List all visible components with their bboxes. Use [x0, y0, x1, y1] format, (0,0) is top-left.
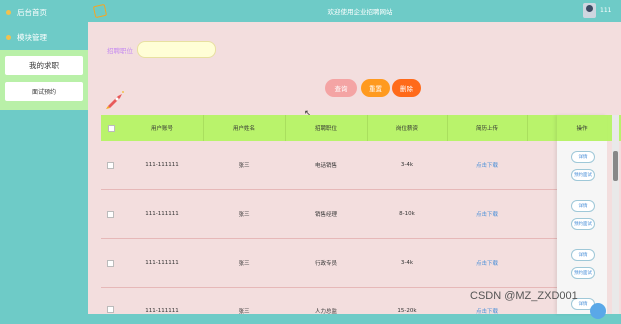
sidebar-item-label: 模块管理 — [17, 32, 47, 42]
avatar-icon[interactable] — [583, 3, 596, 18]
detail-button[interactable]: 详情 — [571, 151, 595, 163]
table-row: 111-111111 张三 销售经理 8-10k 点击下载 — [101, 190, 566, 239]
header-checkbox-cell[interactable] — [101, 115, 121, 141]
cell-salary: 15-20k — [397, 308, 417, 314]
bullet-icon — [6, 34, 11, 40]
row-checkbox[interactable] — [107, 306, 114, 313]
cell-name: 张三 — [238, 212, 250, 218]
cell-position: 销售经理 — [314, 212, 337, 218]
cell-name: 张三 — [238, 261, 250, 267]
row-checkbox[interactable] — [107, 260, 114, 267]
row-checkbox[interactable] — [107, 211, 114, 218]
table-row: 111-111111 张三 电话销售 3-4k 点击下载 — [101, 141, 566, 190]
cell-position: 人力总监 — [314, 309, 337, 315]
detail-button[interactable]: 详情 — [571, 200, 595, 212]
interview-button[interactable]: 预约面试 — [571, 267, 595, 279]
header-operation: 操作 — [557, 115, 607, 141]
cell-name: 张三 — [238, 309, 250, 315]
search-input[interactable] — [137, 41, 216, 58]
bullet-icon — [6, 9, 11, 15]
sidebar-item-modules[interactable]: 模块管理 — [0, 26, 88, 48]
table-row: 111-111111 张三 行政专员 3-4k 点击下载 — [101, 239, 566, 288]
delete-button[interactable]: 删除 — [392, 79, 421, 97]
resume-download-link[interactable]: 点击下载 — [447, 190, 527, 238]
cell-account: 111-111111 — [145, 162, 179, 168]
cell-salary: 8-10k — [399, 211, 415, 217]
table-header: 用户账号 用户姓名 招聘职位 岗位薪资 简历上传 — [101, 115, 621, 141]
query-button[interactable]: 查询 — [325, 79, 357, 97]
header-position: 招聘职位 — [314, 126, 337, 132]
row-checkbox[interactable] — [107, 162, 114, 169]
header-salary: 岗位薪资 — [395, 126, 418, 132]
cell-account: 111-111111 — [145, 260, 179, 266]
sidebar-item-home[interactable]: 后台首页 — [0, 1, 88, 23]
reset-button[interactable]: 重置 — [361, 79, 390, 97]
float-action-icon[interactable] — [590, 303, 606, 319]
cell-name: 张三 — [238, 163, 250, 169]
interview-button[interactable]: 预约面试 — [571, 169, 595, 181]
submenu-panel: 我的求职 面试预约 — [0, 50, 88, 110]
resume-download-link[interactable]: 点击下载 — [447, 141, 527, 189]
cell-position: 电话销售 — [314, 163, 337, 169]
cell-account: 111-111111 — [145, 211, 179, 217]
select-all-checkbox[interactable] — [107, 124, 115, 132]
cell-salary: 3-4k — [400, 162, 414, 168]
watermark: CSDN @MZ_ZXD001 — [470, 290, 578, 302]
page-title: 欢迎使用企业招聘网站 — [327, 8, 393, 16]
cell-account: 111-111111 — [145, 308, 179, 314]
logo-icon — [92, 3, 108, 19]
submenu-interview[interactable]: 面试预约 — [5, 82, 83, 101]
scrollbar[interactable] — [612, 115, 619, 314]
detail-button[interactable]: 详情 — [571, 249, 595, 261]
header-account: 用户账号 — [150, 126, 173, 132]
column-divider — [527, 115, 528, 141]
rocket-icon — [106, 91, 124, 109]
scrollbar-thumb[interactable] — [613, 151, 618, 181]
sidebar-item-label: 后台首页 — [17, 7, 47, 17]
submenu-my-job[interactable]: 我的求职 — [5, 56, 83, 75]
cell-salary: 3-4k — [400, 260, 414, 266]
username[interactable]: 111 — [600, 7, 611, 14]
resume-download-link[interactable]: 点击下载 — [447, 239, 527, 287]
interview-button[interactable]: 预约面试 — [571, 218, 595, 230]
search-label: 招聘职位 — [107, 47, 133, 55]
header-resume: 简历上传 — [475, 126, 498, 132]
cell-position: 行政专员 — [314, 261, 337, 267]
operation-column: 操作 详情 预约面试 详情 预约面试 详情 预约面试 详情 — [557, 115, 607, 314]
header-name: 用户姓名 — [232, 126, 255, 132]
